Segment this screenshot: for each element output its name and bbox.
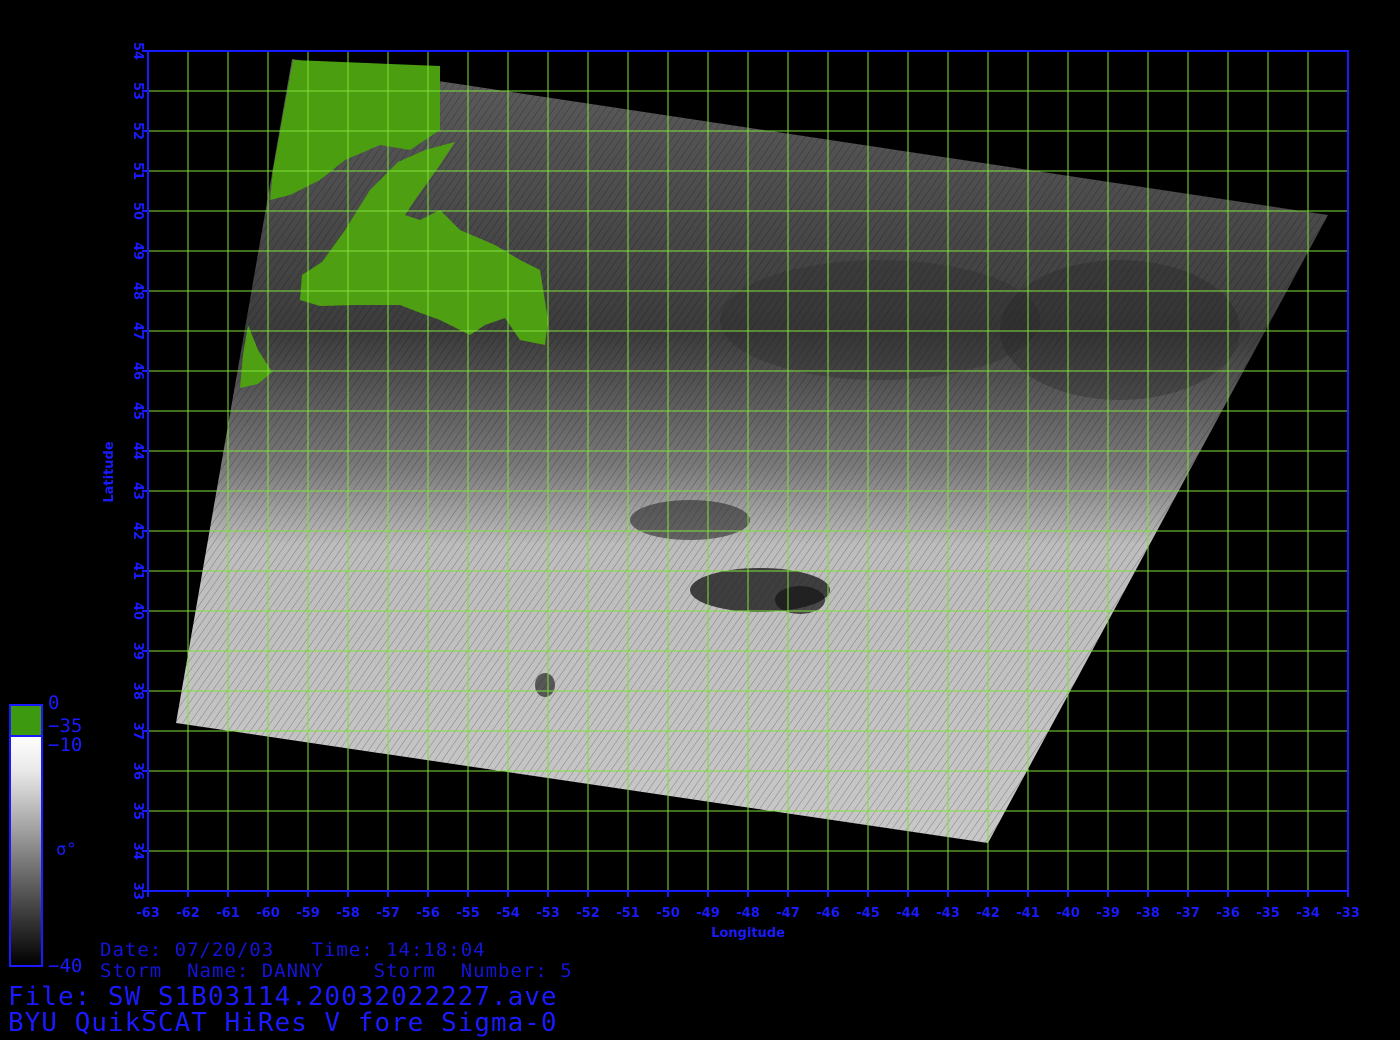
x-tick-label: -52	[576, 906, 600, 921]
x-tick-label: -36	[1216, 906, 1240, 921]
colorbar-land-top-label: 0	[48, 692, 60, 714]
x-tick-label: -43	[936, 906, 960, 921]
x-tick-label: -41	[1016, 906, 1040, 921]
x-tick-label: -60	[256, 906, 280, 921]
latitude-ticks: 33 34 35 36 37 38 39 40 41 42 43 44 45 46 47 48 49 50 51 52…	[130, 42, 148, 900]
longitude-ticks: -63 -62 -61 -60 -59 -58 -57 -56 -55 -54 -53 -52 -51 -…	[136, 891, 1360, 921]
colorbar-ocean-top-label: −10	[48, 734, 83, 756]
x-tick-label: -49	[696, 906, 720, 921]
y-tick-label: 51	[130, 162, 145, 180]
y-tick-label: 53	[130, 82, 145, 100]
x-tick-label: -57	[376, 906, 400, 921]
colorbar-ocean-bottom-label: −40	[48, 955, 83, 977]
x-tick-label: -56	[416, 906, 440, 921]
x-tick-label: -42	[976, 906, 1000, 921]
x-tick-label: -33	[1336, 906, 1360, 921]
x-tick-label: -51	[616, 906, 640, 921]
y-tick-label: 50	[130, 202, 145, 220]
y-tick-label: 43	[130, 482, 145, 500]
x-tick-label: -47	[776, 906, 800, 921]
y-tick-label: 49	[130, 242, 145, 260]
y-tick-label: 34	[130, 842, 145, 860]
x-tick-label: -35	[1256, 906, 1280, 921]
colorbar-land-band	[10, 705, 42, 735]
x-tick-label: -44	[896, 906, 920, 921]
colorbar	[9, 704, 43, 967]
x-tick-label: -63	[136, 906, 160, 921]
x-tick-label: -40	[1056, 906, 1080, 921]
y-tick-label: 52	[130, 122, 145, 140]
x-axis-label: Longitude	[711, 926, 785, 941]
x-tick-label: -45	[856, 906, 880, 921]
x-tick-label: -38	[1136, 906, 1160, 921]
storm-line: Storm Name: DANNY Storm Number: 5	[100, 960, 573, 982]
x-tick-label: -54	[496, 906, 520, 921]
x-tick-label: -50	[656, 906, 680, 921]
y-tick-label: 35	[130, 802, 145, 820]
x-tick-label: -58	[336, 906, 360, 921]
x-tick-label: -34	[1296, 906, 1320, 921]
x-tick-label: -37	[1176, 906, 1200, 921]
y-tick-label: 45	[130, 402, 145, 420]
x-tick-label: -62	[176, 906, 200, 921]
colorbar-symbol-label: σ°	[56, 840, 77, 860]
y-tick-label: 37	[130, 722, 145, 740]
x-tick-label: -61	[216, 906, 240, 921]
x-tick-label: -59	[296, 906, 320, 921]
y-tick-label: 40	[130, 602, 145, 620]
x-tick-label: -39	[1096, 906, 1120, 921]
y-tick-label: 47	[130, 322, 145, 340]
x-tick-label: -55	[456, 906, 480, 921]
date-time-line: Date: 07/20/03 Time: 14:18:04	[100, 939, 486, 961]
y-tick-label: 44	[130, 442, 145, 460]
x-tick-label: -53	[536, 906, 560, 921]
y-tick-label: 54	[130, 42, 145, 60]
y-tick-label: 33	[130, 882, 145, 900]
product-title-line: BYU QuikSCAT HiRes V fore Sigma-0	[8, 1008, 558, 1038]
y-tick-label: 42	[130, 522, 145, 540]
scatterometer-map: -63 -62 -61 -60 -59 -58 -57 -56 -55 -54 -53 -52 -51 -…	[9, 42, 1360, 967]
y-tick-label: 48	[130, 282, 145, 300]
y-tick-label: 38	[130, 682, 145, 700]
colorbar-ocean-band	[10, 737, 42, 966]
x-tick-label: -48	[736, 906, 760, 921]
y-tick-label: 46	[130, 362, 145, 380]
y-tick-label: 41	[130, 562, 145, 580]
y-tick-label: 36	[130, 762, 145, 780]
y-axis-label: Latitude	[102, 441, 117, 503]
x-tick-label: -46	[816, 906, 840, 921]
y-tick-label: 39	[130, 642, 145, 660]
